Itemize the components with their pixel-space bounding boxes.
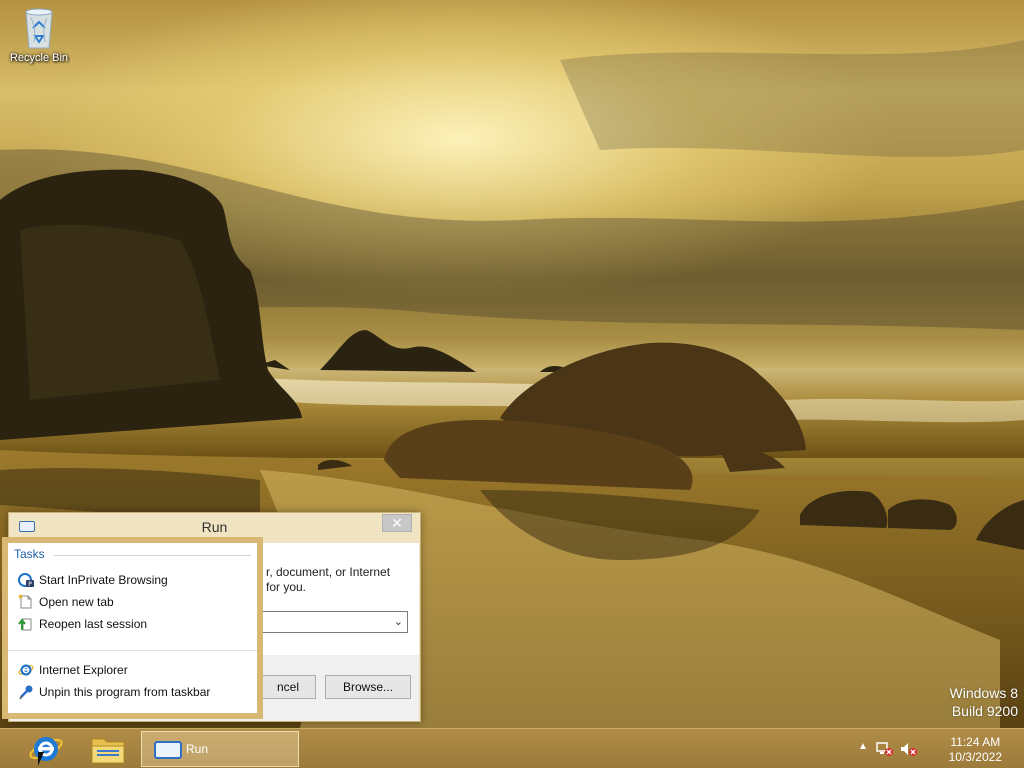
svg-text:P: P [28,581,32,588]
jump-item-label: Reopen last session [39,617,148,631]
volume-muted-icon[interactable] [900,741,918,757]
system-tray: ▲ 11:24 AM 10/3/2022 [854,729,1024,768]
windows-watermark: Windows 8 Build 9200 [950,684,1018,720]
clock[interactable]: 11:24 AM 10/3/2022 [949,735,1002,765]
chevron-down-icon[interactable]: ⌄ [394,615,403,628]
jump-item-label: Start InPrivate Browsing [39,573,168,587]
ie-jump-list: Tasks P Start InPrivate Browsing Open ne… [2,537,263,719]
jump-item-label: Internet Explorer [39,663,128,677]
close-icon: ✕ [391,515,403,531]
browse-button[interactable]: Browse... [325,675,411,699]
reopen-session-icon [18,618,32,631]
folder-icon [91,738,125,764]
run-description-line1: r, document, or Internet [266,565,391,579]
jump-item-new-tab[interactable]: Open new tab [18,592,254,612]
jump-item-unpin[interactable]: Unpin this program from taskbar [18,682,254,702]
close-button[interactable]: ✕ [382,514,412,532]
unpin-icon [19,685,33,700]
jump-item-label: Open new tab [39,595,114,609]
open-combobox[interactable]: ⌄ [250,611,408,633]
recycle-bin-label: Recycle Bin [9,52,69,64]
jump-item-reopen-session[interactable]: Reopen last session [18,614,254,634]
recycle-bin-shortcut[interactable]: Recycle Bin [6,6,72,64]
watermark-product: Windows 8 [949,685,1018,701]
run-dialog-title: Run [201,519,228,535]
mouse-cursor-icon [38,752,50,766]
jump-item-label: Unpin this program from taskbar [39,685,211,699]
jump-item-internet-explorer[interactable]: Internet Explorer [18,660,254,680]
run-app-icon [154,741,182,759]
taskbar-run-label: Run [186,742,209,756]
jump-list-divider [8,650,257,651]
internet-explorer-icon [18,664,34,676]
jump-item-inprivate[interactable]: P Start InPrivate Browsing [18,570,254,590]
network-disconnected-icon[interactable] [876,741,894,757]
taskbar-run[interactable]: Run [141,731,299,767]
jump-list-panel: Tasks P Start InPrivate Browsing Open ne… [8,543,257,713]
clock-time: 11:24 AM [950,735,1001,749]
run-description: r, document, or Internet for you. [266,565,406,595]
show-hidden-icons-button[interactable]: ▲ [858,741,868,752]
run-description-line2: for you. [266,580,307,594]
inprivate-icon: P [18,573,34,588]
tasks-header: Tasks [14,547,45,561]
watermark-build: Build 9200 [951,703,1018,719]
tasks-header-divider [54,555,251,556]
taskbar-file-explorer[interactable] [84,731,132,767]
clock-date: 10/3/2022 [948,750,1002,764]
new-tab-icon [18,594,32,609]
taskbar: Run ▲ 11:24 AM 10/3/2022 [0,728,1024,768]
recycle-bin-icon [22,6,56,50]
